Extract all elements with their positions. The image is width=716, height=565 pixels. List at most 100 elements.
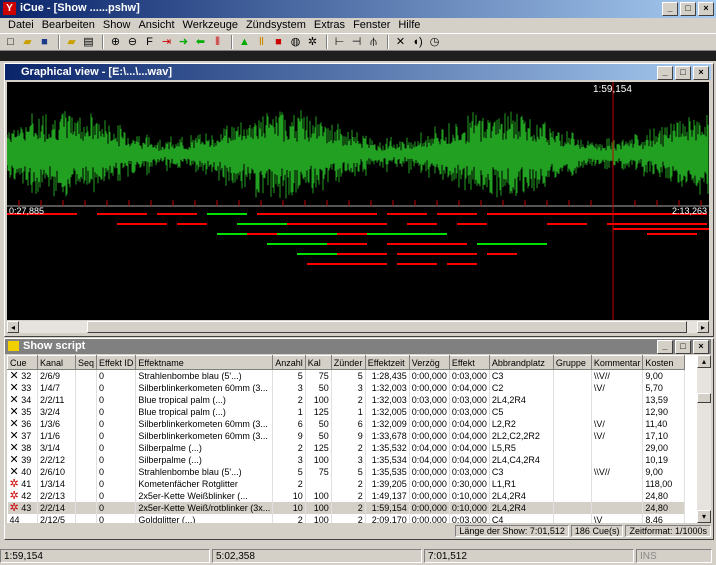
marker-right-icon[interactable]: ⊣ [349, 35, 364, 50]
column-header[interactable]: Seq [74, 355, 98, 370]
scroll-down-button[interactable]: ▾ [697, 510, 711, 523]
menu-fenster[interactable]: Fenster [349, 18, 394, 33]
arrow-right-icon[interactable]: ➜ [176, 35, 191, 50]
column-header[interactable]: Kal [304, 355, 332, 370]
zoom-in-icon[interactable]: ⊕ [108, 35, 123, 50]
cell-anz: 5 [272, 369, 306, 382]
table-row[interactable]: ✕ 38 3/1/4 0 Silberpalme (...) 2 125 2 1:35,532… [7, 442, 686, 454]
scroll-right-button[interactable]: ▸ [697, 321, 709, 333]
zoom-out-icon[interactable]: ⊖ [125, 35, 140, 50]
cell-seq [75, 382, 98, 394]
menu-bearbeiten[interactable]: Bearbeiten [38, 18, 99, 33]
cell-kanal: 2/2/11 [37, 394, 76, 406]
cell-zuend: 2 [331, 514, 366, 523]
cell-cue: ✕ 37 [7, 430, 38, 442]
cell-id: 0 [96, 478, 137, 490]
column-header[interactable]: Effekt ID [96, 355, 137, 370]
stop-icon[interactable]: ■ [271, 35, 286, 50]
tools-icon[interactable]: ✕ [393, 35, 408, 50]
fireworks-icon[interactable]: ✲ [305, 35, 320, 50]
column-header[interactable]: Effektname [135, 355, 274, 370]
cell-seq [75, 478, 98, 490]
cue-number: 35 [18, 407, 32, 417]
table-row[interactable]: ✕ 32 2/6/9 0 Strahlenbombe blau (5'...) 5 75 5… [7, 369, 686, 382]
cell-cue: ✕ 40 [7, 466, 38, 478]
cue-number: 33 [18, 383, 32, 393]
cell-kanal: 2/6/9 [37, 369, 76, 382]
cell-kanal: 2/6/10 [37, 466, 76, 478]
speaker-icon[interactable]: ◖) [410, 35, 425, 50]
vscroll-thumb[interactable] [697, 393, 711, 403]
fire-icon[interactable]: ▲ [237, 35, 252, 50]
pause-icon[interactable]: Ⅱ [254, 35, 269, 50]
column-header[interactable]: Kosten [642, 355, 686, 370]
table-row[interactable]: ✕ 39 2/2/12 0 Silberpalme (...) 3 100 3 1:35,53… [7, 454, 686, 466]
clock-icon[interactable]: ◷ [427, 35, 442, 50]
close-button[interactable]: × [698, 2, 714, 16]
arrow-left-icon[interactable]: ⬅ [193, 35, 208, 50]
column-header[interactable]: Gruppe [552, 355, 592, 370]
menu-extras[interactable]: Extras [310, 18, 349, 33]
column-header[interactable]: Effekt [448, 355, 490, 370]
menu-hilfe[interactable]: Hilfe [394, 18, 424, 33]
new-file-icon[interactable]: □ [3, 35, 18, 50]
ss-maximize-button[interactable]: □ [675, 340, 691, 354]
cell-eff: 0:03,000 [449, 514, 490, 523]
horizontal-scrollbar[interactable]: ◂ ▸ [7, 321, 709, 333]
table-row[interactable]: ✕ 40 2/6/10 0 Strahlenbombe blau (5'...) 5 75… [7, 466, 686, 478]
cell-platz: 2L2,C2,2R2 [489, 430, 554, 442]
column-header[interactable]: Effektzeit [364, 355, 410, 370]
column-header[interactable]: Cue [7, 355, 38, 370]
scroll-up-button[interactable]: ▴ [697, 355, 711, 368]
maximize-button[interactable]: □ [680, 2, 696, 16]
column-header[interactable]: Kanal [37, 355, 76, 370]
menu-zuendsystem[interactable]: Zündsystem [242, 18, 310, 33]
menu-werkzeuge[interactable]: Werkzeuge [179, 18, 242, 33]
table-row[interactable]: ✕ 37 1/1/6 0 Silberblinkerkometen 60mm (3..… [7, 430, 686, 442]
column-header[interactable]: Verzög [408, 355, 450, 370]
save-icon[interactable]: ■ [37, 35, 52, 50]
column-header[interactable]: Kommentar [590, 355, 644, 370]
table-row[interactable]: ✕ 33 1/4/7 0 Silberblinkerkometen 60mm (3..… [7, 382, 686, 394]
cell-komm: \\V// [591, 369, 644, 382]
save-show-icon[interactable]: ▤ [81, 35, 96, 50]
cell-platz: 2L4,2R4 [489, 394, 554, 406]
menu-datei[interactable]: Datei [4, 18, 38, 33]
table-row[interactable]: ✲ 43 2/2/14 0 2x5er-Kette Weiß/rotblinker (… [7, 502, 686, 514]
table-row[interactable]: ✕ 35 3/2/4 0 Blue tropical palm (...) 1 125 1 1… [7, 406, 686, 418]
bars-icon[interactable]: ⦀ [210, 35, 225, 50]
add-cue-icon[interactable]: ⇥ [159, 35, 174, 50]
minimize-button[interactable]: _ [662, 2, 678, 16]
cell-cue: ✲ 41 [7, 478, 38, 490]
table-row[interactable]: ✲ 42 2/2/13 0 2x5er-Kette Weißblinker (... 1… [7, 490, 686, 502]
menu-ansicht[interactable]: Ansicht [134, 18, 178, 33]
ss-minimize-button[interactable]: _ [657, 340, 673, 354]
gv-maximize-button[interactable]: □ [675, 66, 691, 80]
record-icon[interactable]: ◍ [288, 35, 303, 50]
table-row[interactable]: ✕ 36 1/3/6 0 Silberblinkerkometen 60mm (3..… [7, 418, 686, 430]
marker-mid-icon[interactable]: ⫛ [366, 35, 381, 50]
ss-close-button[interactable]: × [693, 340, 709, 354]
open-show-icon[interactable]: ▰ [64, 35, 79, 50]
marker-left-icon[interactable]: ⊢ [332, 35, 347, 50]
gv-close-button[interactable]: × [693, 66, 709, 80]
column-header[interactable]: Anzahl [272, 355, 306, 370]
column-header[interactable]: Zünder [330, 355, 366, 370]
cell-komm: \V/ [591, 382, 644, 394]
cell-id: 0 [96, 394, 137, 406]
open-folder-icon[interactable]: ▰ [20, 35, 35, 50]
cell-verz: 0:00,000 [409, 382, 450, 394]
column-header[interactable]: Abbrandplatz [488, 355, 554, 370]
cell-zeit: 1:32,003 [365, 382, 410, 394]
vertical-scrollbar[interactable]: ▴ ▾ [697, 355, 711, 523]
table-row[interactable]: 44 2/12/5 0 Goldglitter (...) 2 100 2 2:09,170 0… [7, 514, 686, 523]
menu-show[interactable]: Show [99, 18, 135, 33]
scroll-left-button[interactable]: ◂ [7, 321, 19, 333]
gv-minimize-button[interactable]: _ [657, 66, 673, 80]
fit-icon[interactable]: F [142, 35, 157, 50]
table-row[interactable]: ✕ 34 2/2/11 0 Blue tropical palm (...) 2 100 2… [7, 394, 686, 406]
cell-verz: 0:00,000 [409, 466, 450, 478]
table-row[interactable]: ✲ 41 1/3/14 0 Kometenfächer Rotglitter 2 2 1:3… [7, 478, 686, 490]
scroll-thumb[interactable] [87, 321, 687, 333]
waveform-canvas[interactable]: 1:59,154 0:27,885 2:13,263 [6, 82, 709, 320]
